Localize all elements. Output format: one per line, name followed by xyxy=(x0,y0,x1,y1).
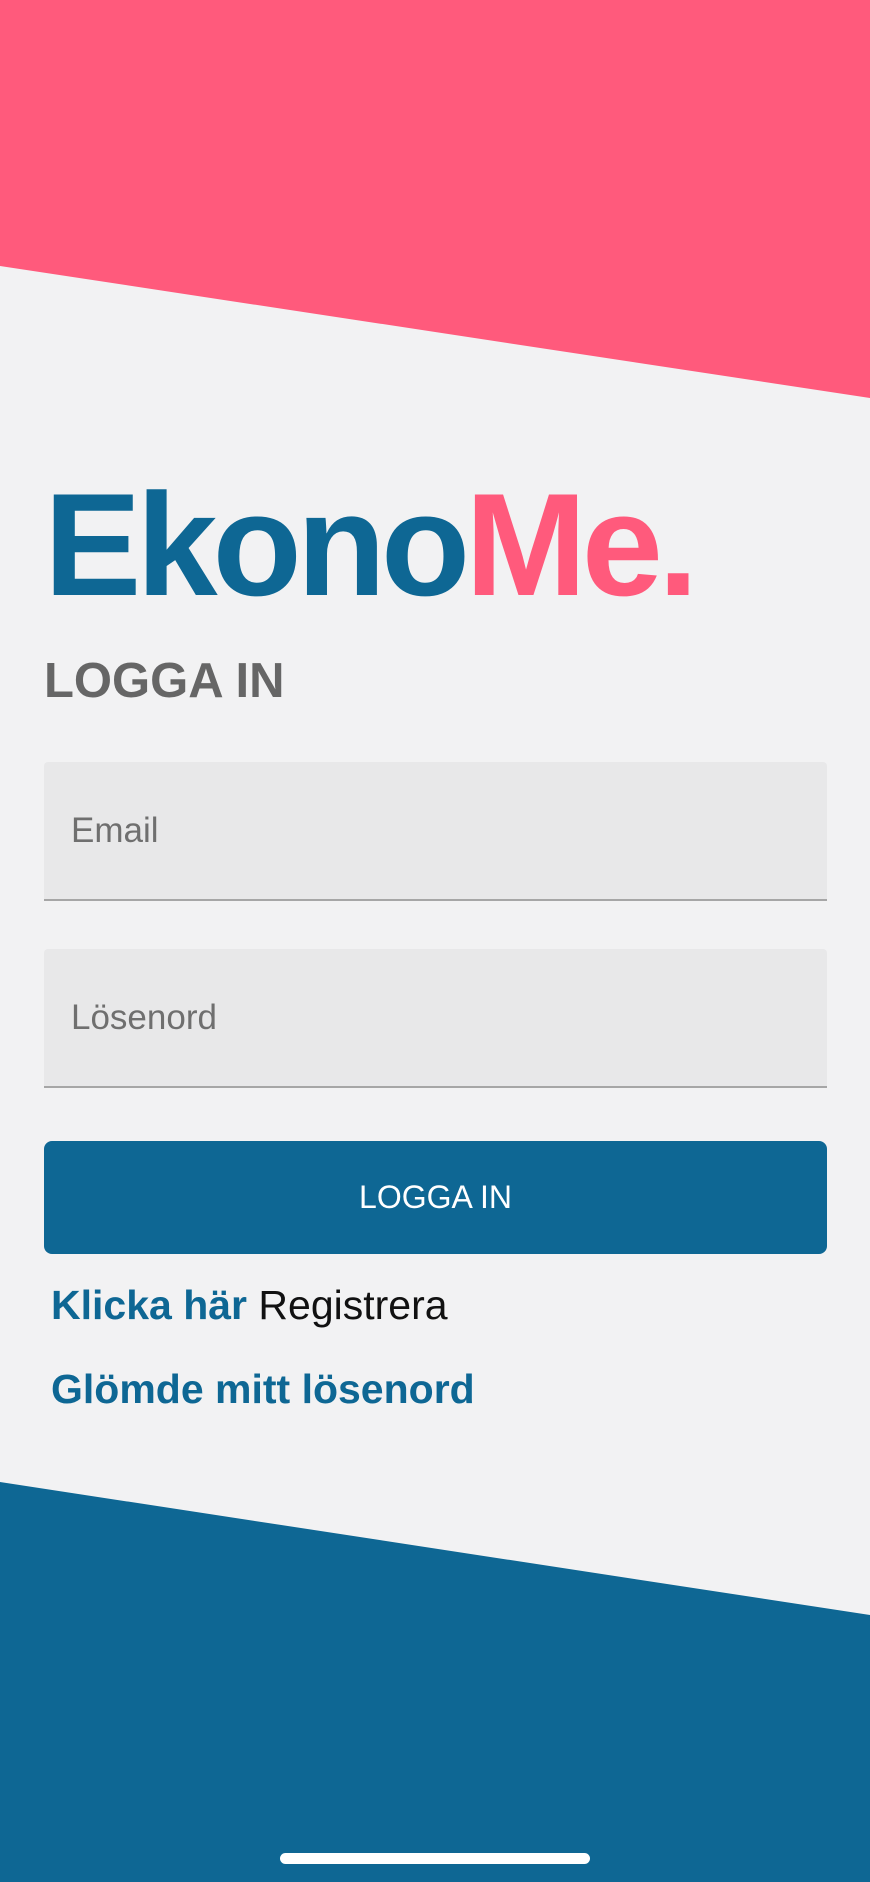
login-button-label: LOGGA IN xyxy=(359,1179,512,1215)
logo-part-me: Me. xyxy=(465,463,698,626)
page-title: LOGGA IN xyxy=(44,654,285,708)
home-indicator[interactable] xyxy=(280,1853,590,1864)
email-field[interactable]: Email xyxy=(44,762,827,901)
password-placeholder: Lösenord xyxy=(71,997,217,1037)
email-placeholder: Email xyxy=(71,810,159,850)
register-link[interactable]: Klicka här xyxy=(51,1282,247,1328)
app-logo: EkonoMe. xyxy=(44,472,699,618)
forgot-password-link[interactable]: Glömde mitt lösenord xyxy=(51,1369,475,1410)
password-field[interactable]: Lösenord xyxy=(44,949,827,1088)
logo-part-ekono: Ekono xyxy=(44,463,470,626)
register-row: Klicka här Registrera xyxy=(51,1285,448,1326)
login-button[interactable]: LOGGA IN xyxy=(44,1141,827,1254)
bottom-decorative-banner xyxy=(0,1482,870,1882)
register-label[interactable]: Registrera xyxy=(258,1282,447,1328)
